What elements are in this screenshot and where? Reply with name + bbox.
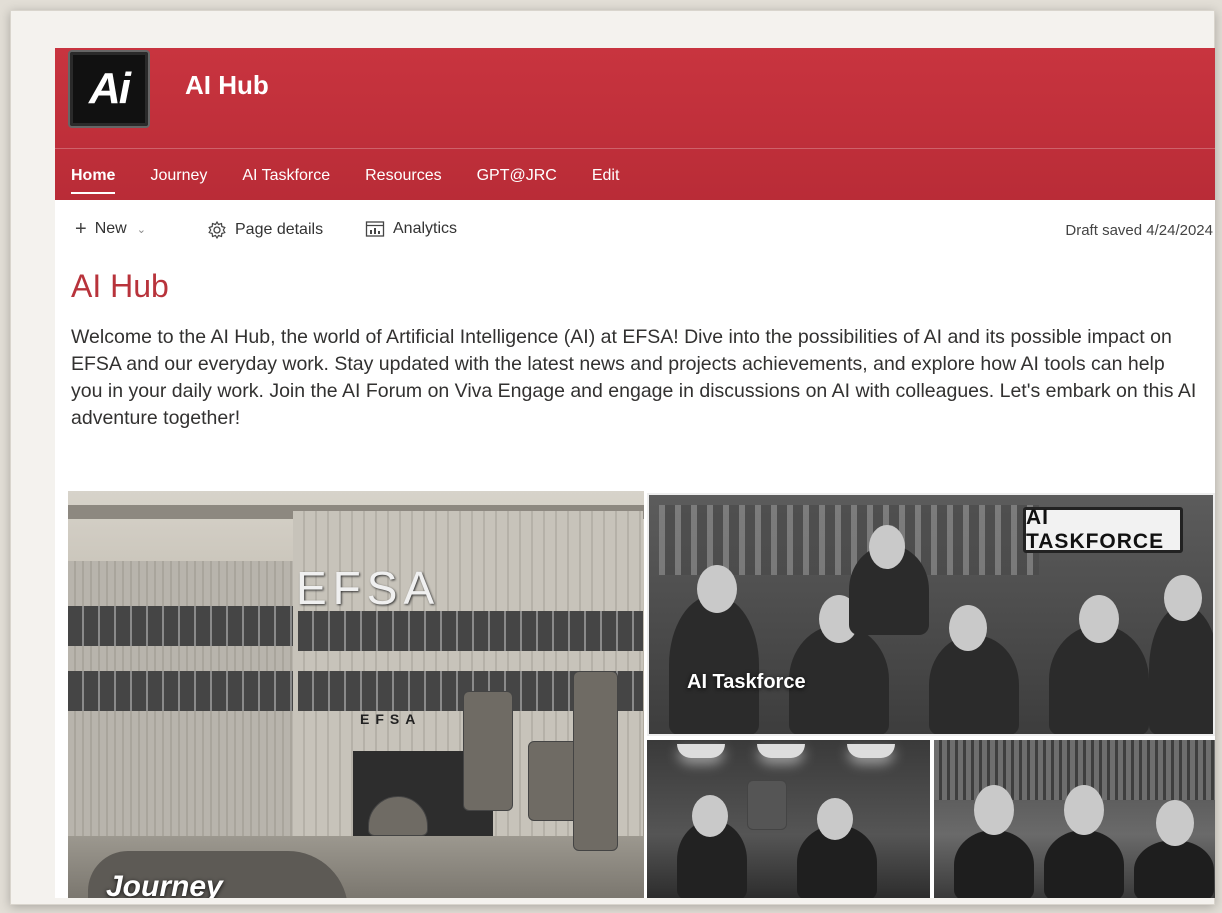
top-navigation: Home Journey AI Taskforce Resources GPT@… bbox=[71, 166, 654, 196]
page-details-label: Page details bbox=[235, 221, 324, 238]
logo-text: Ai bbox=[89, 64, 131, 113]
building-sign-small: EFSA bbox=[360, 711, 422, 727]
person-face bbox=[974, 785, 1014, 835]
robot-figure bbox=[747, 780, 787, 830]
header-divider bbox=[55, 148, 1215, 149]
hero-tile-celebration[interactable] bbox=[647, 740, 930, 898]
person-figure bbox=[1134, 840, 1214, 898]
person-figure bbox=[954, 830, 1034, 898]
nav-item-ai-taskforce[interactable]: AI Taskforce bbox=[242, 166, 330, 196]
nav-item-gpt-jrc[interactable]: GPT@JRC bbox=[477, 166, 557, 196]
ceiling-lamp bbox=[677, 744, 725, 758]
person-face bbox=[1156, 800, 1194, 846]
nav-item-home[interactable]: Home bbox=[71, 166, 116, 196]
page-details-button[interactable]: Page details bbox=[207, 220, 323, 240]
person-face bbox=[1164, 575, 1202, 621]
person-face bbox=[949, 605, 987, 651]
command-bar: + New ⌄ Page details Analytics Draft sav… bbox=[55, 216, 1215, 246]
analytics-icon bbox=[365, 221, 385, 237]
ceiling-lamp bbox=[847, 744, 895, 758]
person-face bbox=[1064, 785, 1104, 835]
chevron-down-icon: ⌄ bbox=[136, 223, 146, 236]
draft-status: Draft saved 4/24/2024 bbox=[1065, 222, 1213, 239]
person-face bbox=[1079, 595, 1119, 643]
nav-item-resources[interactable]: Resources bbox=[365, 166, 441, 196]
site-logo[interactable]: Ai bbox=[68, 50, 150, 128]
building-windows bbox=[68, 671, 293, 711]
person-figure bbox=[1044, 830, 1124, 898]
building-windows bbox=[68, 606, 293, 646]
person-face bbox=[692, 795, 728, 837]
hero-tile-colleagues[interactable] bbox=[934, 740, 1215, 898]
picture-frame: Ai AI Hub Home Journey AI Taskforce Reso… bbox=[10, 10, 1215, 905]
plus-icon: + bbox=[75, 218, 87, 240]
robot-figure bbox=[463, 691, 513, 811]
robot-figure bbox=[573, 671, 618, 851]
sharepoint-page: Ai AI Hub Home Journey AI Taskforce Reso… bbox=[55, 48, 1215, 898]
hero-tile-ai-taskforce[interactable]: AI TASKFORCE AI Taskforce bbox=[647, 493, 1215, 736]
site-header: Ai AI Hub Home Journey AI Taskforce Reso… bbox=[55, 48, 1215, 200]
building-sign-large: EFSA bbox=[296, 562, 441, 614]
building-windows bbox=[298, 611, 643, 651]
intro-text: Welcome to the AI Hub, the world of Arti… bbox=[71, 326, 1197, 429]
person-face bbox=[869, 525, 905, 569]
page-title: AI Hub bbox=[71, 268, 169, 304]
taskforce-sign: AI TASKFORCE bbox=[1023, 506, 1183, 553]
person-figure bbox=[1149, 605, 1213, 734]
journey-tile-label: Journey bbox=[106, 870, 223, 898]
new-button[interactable]: + New ⌄ bbox=[75, 218, 146, 240]
person-figure bbox=[929, 635, 1019, 734]
ai-taskforce-tile-label: AI Taskforce bbox=[687, 671, 806, 693]
person-figure bbox=[669, 595, 759, 734]
person-face bbox=[697, 565, 737, 613]
site-title[interactable]: AI Hub bbox=[185, 70, 269, 101]
analytics-button[interactable]: Analytics bbox=[365, 220, 457, 238]
nav-item-edit[interactable]: Edit bbox=[592, 166, 620, 196]
person-face bbox=[817, 798, 853, 840]
analytics-label: Analytics bbox=[393, 220, 458, 237]
ceiling-lamp bbox=[757, 744, 805, 758]
new-button-label: New bbox=[94, 220, 127, 237]
gear-icon bbox=[208, 220, 226, 240]
nav-item-journey[interactable]: Journey bbox=[150, 166, 207, 196]
hero-tile-journey[interactable]: EFSA EFSA Journey bbox=[68, 491, 644, 898]
